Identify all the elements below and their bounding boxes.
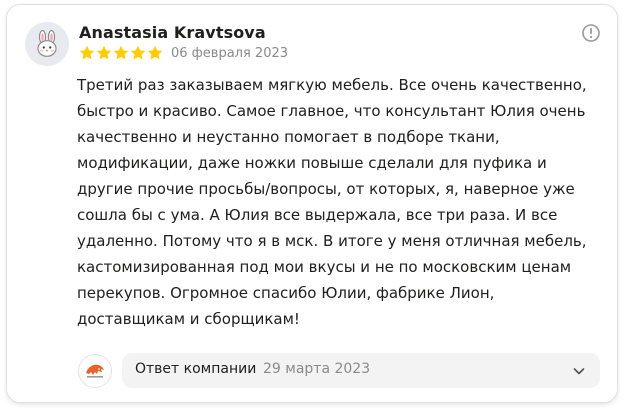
chevron-down-icon: [573, 368, 585, 375]
user-avatar[interactable]: [25, 22, 69, 66]
company-logo: [78, 354, 112, 388]
star-icon: [130, 45, 146, 60]
company-reply-toggle[interactable]: Ответ компании 29 марта 2023: [122, 353, 600, 388]
star-icon: [147, 45, 163, 60]
review-text: Третий раз заказываем мягкую мебель. Все…: [77, 76, 587, 328]
reply-label: Ответ компании: [135, 361, 257, 377]
info-icon[interactable]: [581, 23, 601, 43]
review-card: Anastasia Kravtsova 06 февраля 2023 Трет…: [6, 4, 618, 403]
rating-stars: [79, 45, 163, 61]
author-name[interactable]: Anastasia Kravtsova: [79, 23, 266, 42]
lion-logo-icon: [86, 364, 104, 378]
reply-date: 29 марта 2023: [263, 361, 371, 377]
star-icon: [113, 45, 129, 60]
star-icon: [96, 45, 112, 60]
rabbit-icon: [37, 30, 57, 57]
review-date: 06 февраля 2023: [171, 46, 289, 61]
star-icon: [79, 45, 95, 60]
